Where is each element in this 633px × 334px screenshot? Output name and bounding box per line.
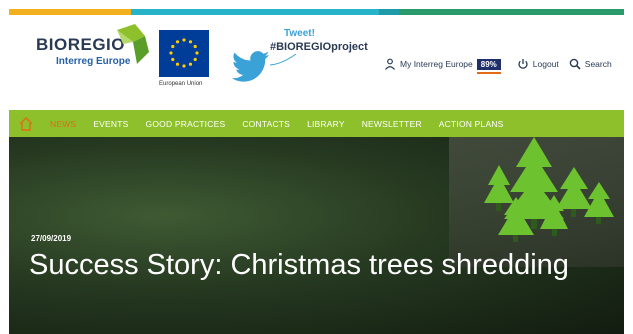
hero-banner: 27/09/2019 Success Story: Christmas tree…: [9, 137, 624, 334]
tweet-connector: [269, 53, 297, 66]
tweet-title: Tweet!: [284, 28, 315, 39]
power-icon: [518, 59, 528, 69]
logout-button[interactable]: Logout: [517, 58, 559, 70]
search-label: Search: [584, 59, 612, 69]
christmas-trees-icon: [484, 137, 614, 242]
search-icon: [569, 58, 581, 70]
bioregio-leaf-icon: [117, 24, 149, 64]
twitter-bird-icon[interactable]: [232, 50, 270, 84]
search-button[interactable]: Search: [569, 58, 612, 70]
article-date: 27/09/2019: [31, 234, 72, 243]
user-nav: My Interreg Europe 89% Logout Search: [384, 58, 612, 74]
profile-completion-bar: [476, 71, 501, 74]
nav-item-contacts[interactable]: CONTACTS: [242, 119, 290, 129]
eu-label: European Union: [159, 81, 203, 87]
home-icon[interactable]: [18, 116, 34, 132]
logout-label: Logout: [532, 59, 559, 69]
nav-item-good-practices[interactable]: GOOD PRACTICES: [146, 119, 226, 129]
user-icon: [385, 58, 395, 70]
tweet-callout[interactable]: Tweet! #BIOREGIOproject: [270, 28, 368, 53]
profile-completion-value: 89%: [480, 59, 497, 69]
eu-flag-icon: [159, 30, 209, 77]
main-navbar: NEWS EVENTS GOOD PRACTICES CONTACTS LIBR…: [9, 110, 624, 137]
nav-item-action-plans[interactable]: ACTION PLANS: [439, 119, 504, 129]
nav-item-events[interactable]: EVENTS: [93, 119, 128, 129]
tweet-hashtag[interactable]: #BIOREGIOproject: [270, 41, 368, 53]
nav-item-news[interactable]: NEWS: [50, 119, 76, 129]
nav-item-newsletter[interactable]: NEWSLETTER: [362, 119, 422, 129]
article-title: Success Story: Christmas trees shredding: [29, 249, 569, 281]
my-interreg-link[interactable]: My Interreg Europe: [400, 59, 473, 69]
nav-item-library[interactable]: LIBRARY: [307, 119, 345, 129]
profile-completion-badge: 89%: [476, 58, 501, 74]
